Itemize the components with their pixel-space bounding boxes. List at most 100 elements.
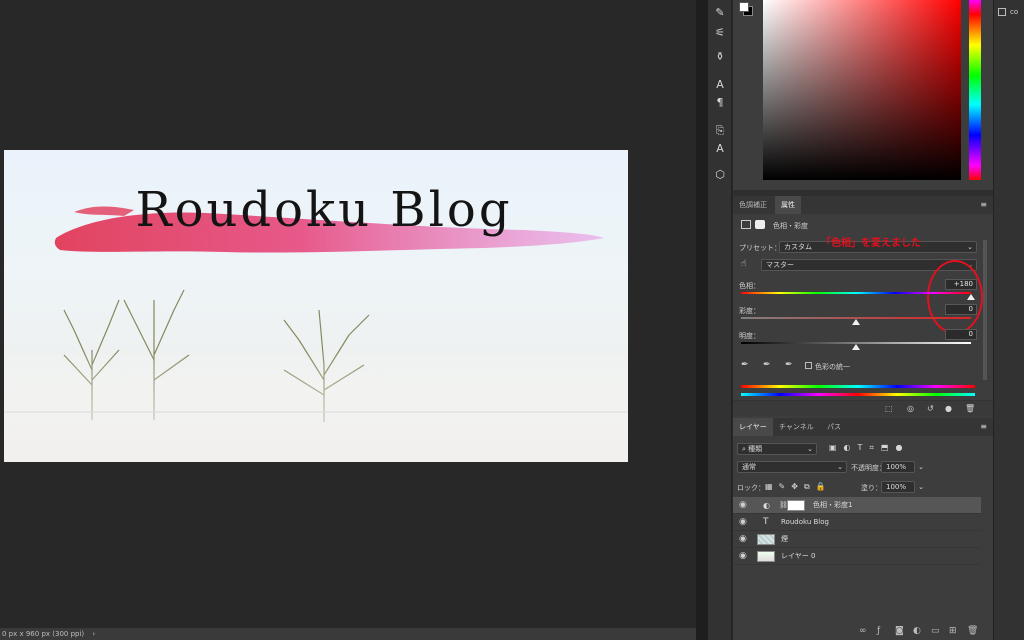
tab-properties[interactable]: 属性 [775, 196, 801, 214]
lightness-label: 明度： [739, 332, 760, 340]
panel-icon[interactable] [998, 8, 1006, 16]
chevron-down-icon: ⌄ [918, 483, 924, 491]
chevron-down-icon: ⌄ [837, 463, 843, 471]
new-layer-icon[interactable]: ⊞ [949, 626, 957, 636]
canvas-workspace[interactable]: Roudoku Blog [0, 0, 696, 628]
layer-thumbnail[interactable] [757, 534, 775, 545]
adjustment-layer-icon[interactable] [741, 220, 751, 229]
collapsed-panel-label[interactable]: co [1010, 8, 1018, 16]
tab-adjustments[interactable]: 色調補正 [733, 196, 773, 214]
clip-to-layer-icon[interactable]: ⬚ [885, 404, 893, 413]
visibility-icon[interactable]: ● [945, 404, 952, 413]
trash-icon[interactable]: 🗑 [965, 404, 975, 413]
eyedropper-plus-icon[interactable]: ✒ [763, 360, 771, 370]
colorize-label: 色彩の統一 [815, 363, 850, 371]
eye-icon[interactable]: ◉ [739, 531, 747, 548]
mask-icon[interactable] [755, 220, 765, 229]
color-swatches[interactable] [737, 0, 753, 16]
saturation-slider-thumb[interactable] [852, 319, 860, 325]
saturation-value-field[interactable]: 0 [945, 304, 977, 315]
fill-field[interactable]: 100% ⌄ [881, 481, 924, 493]
paragraph-styles-icon[interactable]: A [712, 142, 728, 156]
eye-icon[interactable]: ◉ [739, 548, 747, 565]
fill-label: 塗り： [861, 484, 882, 492]
eye-icon[interactable]: ◉ [739, 497, 747, 514]
preset-label: プリセット： [739, 244, 781, 252]
3d-icon[interactable]: ⬡ [712, 168, 728, 182]
tab-layers[interactable]: レイヤー [733, 418, 773, 436]
layer-thumbnail[interactable] [757, 551, 775, 562]
text-layer-icon: T [763, 517, 769, 527]
layer-name: レイヤー 0 [781, 552, 816, 560]
props-scrollbar[interactable] [983, 240, 987, 380]
character-icon[interactable]: A [712, 78, 728, 92]
tab-channels[interactable]: チャンネル [773, 418, 820, 436]
tab-paths[interactable]: パス [821, 418, 847, 436]
lightness-value-field[interactable]: 0 [945, 329, 977, 340]
doc-size-text: 0 px x 960 px (300 ppi) [2, 630, 85, 638]
clone-source-icon[interactable]: ⚱ [712, 50, 728, 64]
lock-label: ロック： [737, 484, 765, 492]
chevron-down-icon: ⌄ [807, 445, 813, 453]
collapsed-panel: co [993, 0, 1024, 640]
layers-list: ◉ ◐ ⛓ 色相・彩度1 ◉ T Roudoku Blog ◉ 煙 ◉ レイヤー… [733, 497, 981, 569]
panel-menu-icon[interactable]: ≡ [980, 200, 987, 209]
layer-row[interactable]: ◉ 煙 [733, 531, 981, 548]
filter-kind-value: 種類 [748, 445, 763, 453]
preset-value: カスタム [784, 243, 812, 251]
props-footer: ⬚ ◎ ↺ ● 🗑 [733, 400, 993, 416]
status-arrow-icon[interactable]: › [92, 630, 95, 638]
opacity-field[interactable]: 100% ⌄ [881, 461, 924, 473]
hue-slider-thumb[interactable] [967, 294, 975, 300]
blend-mode-dropdown[interactable]: 通常 ⌄ [737, 461, 847, 473]
view-previous-icon[interactable]: ◎ [907, 404, 914, 413]
layer-name: Roudoku Blog [781, 518, 829, 526]
eyedropper-icon[interactable]: ✒ [741, 360, 749, 370]
fx-icon[interactable]: ƒ [877, 626, 880, 636]
eye-icon[interactable]: ◉ [739, 514, 747, 531]
hue-slider-track[interactable] [741, 292, 971, 294]
hue-label: 色相： [739, 282, 760, 290]
opacity-value: 100% [886, 463, 907, 471]
layer-name: 煙 [781, 535, 788, 543]
reset-icon[interactable]: ↺ [927, 404, 934, 413]
lock-icons[interactable]: ▦✎✥⧉🔒 [765, 482, 832, 492]
panel-icon-column: ✎ ⚟ ⚱ A ¶ ⎘ A ⬡ [708, 0, 732, 640]
layer-filter-dropdown[interactable]: ⌕ 種類 ⌄ [737, 443, 817, 455]
properties-tabbar: 色調補正 属性 ≡ [733, 196, 993, 214]
layers-tabbar: レイヤー チャンネル パス ≡ [733, 418, 993, 436]
link-layers-icon[interactable]: ∞ [859, 626, 867, 636]
right-panel: 色調補正 属性 ≡ 色相・彩度 プリセット： カスタム ⌄ ☝ マスター ⌄ 「… [733, 0, 993, 640]
hue-slider[interactable] [969, 0, 981, 180]
layer-mask-thumbnail[interactable] [787, 500, 805, 511]
panel-menu-icon[interactable]: ≡ [980, 422, 987, 431]
brush-settings-icon[interactable]: ⚟ [712, 26, 728, 40]
hue-value-field[interactable]: +180 [945, 279, 977, 290]
lightness-slider-thumb[interactable] [852, 344, 860, 350]
blend-mode-value: 通常 [742, 463, 756, 471]
filter-icons[interactable]: ▣◐T⌗⬒● [829, 443, 909, 453]
channel-value: マスター [766, 261, 794, 269]
panel-divider [696, 0, 708, 640]
fill-value: 100% [886, 483, 907, 491]
layer-row[interactable]: ◉ ◐ ⛓ 色相・彩度1 [733, 497, 981, 514]
brush-preset-icon[interactable]: ✎ [712, 6, 728, 20]
foreground-color-swatch[interactable] [739, 2, 749, 12]
eyedropper-minus-icon[interactable]: ✒ [785, 360, 793, 370]
output-hue-bar [741, 393, 975, 396]
document-canvas[interactable]: Roudoku Blog [4, 150, 628, 462]
saturation-label: 彩度： [739, 307, 760, 315]
add-mask-icon[interactable]: ◙ [895, 626, 904, 636]
new-adjustment-icon[interactable]: ◐ [913, 626, 921, 636]
targeted-adjustment-icon[interactable]: ☝ [741, 259, 746, 269]
paragraph-icon[interactable]: ¶ [712, 96, 728, 110]
layer-row[interactable]: ◉ レイヤー 0 [733, 548, 981, 565]
new-group-icon[interactable]: ▭ [931, 626, 940, 636]
layer-row[interactable]: ◉ T Roudoku Blog [733, 514, 981, 531]
colorize-checkbox[interactable] [805, 362, 812, 369]
color-field[interactable] [763, 0, 961, 180]
delete-layer-icon[interactable]: 🗑 [967, 626, 978, 636]
adjustment-icon: ◐ [763, 501, 770, 510]
input-hue-bar [741, 385, 975, 388]
character-styles-icon[interactable]: ⎘ [712, 124, 728, 138]
